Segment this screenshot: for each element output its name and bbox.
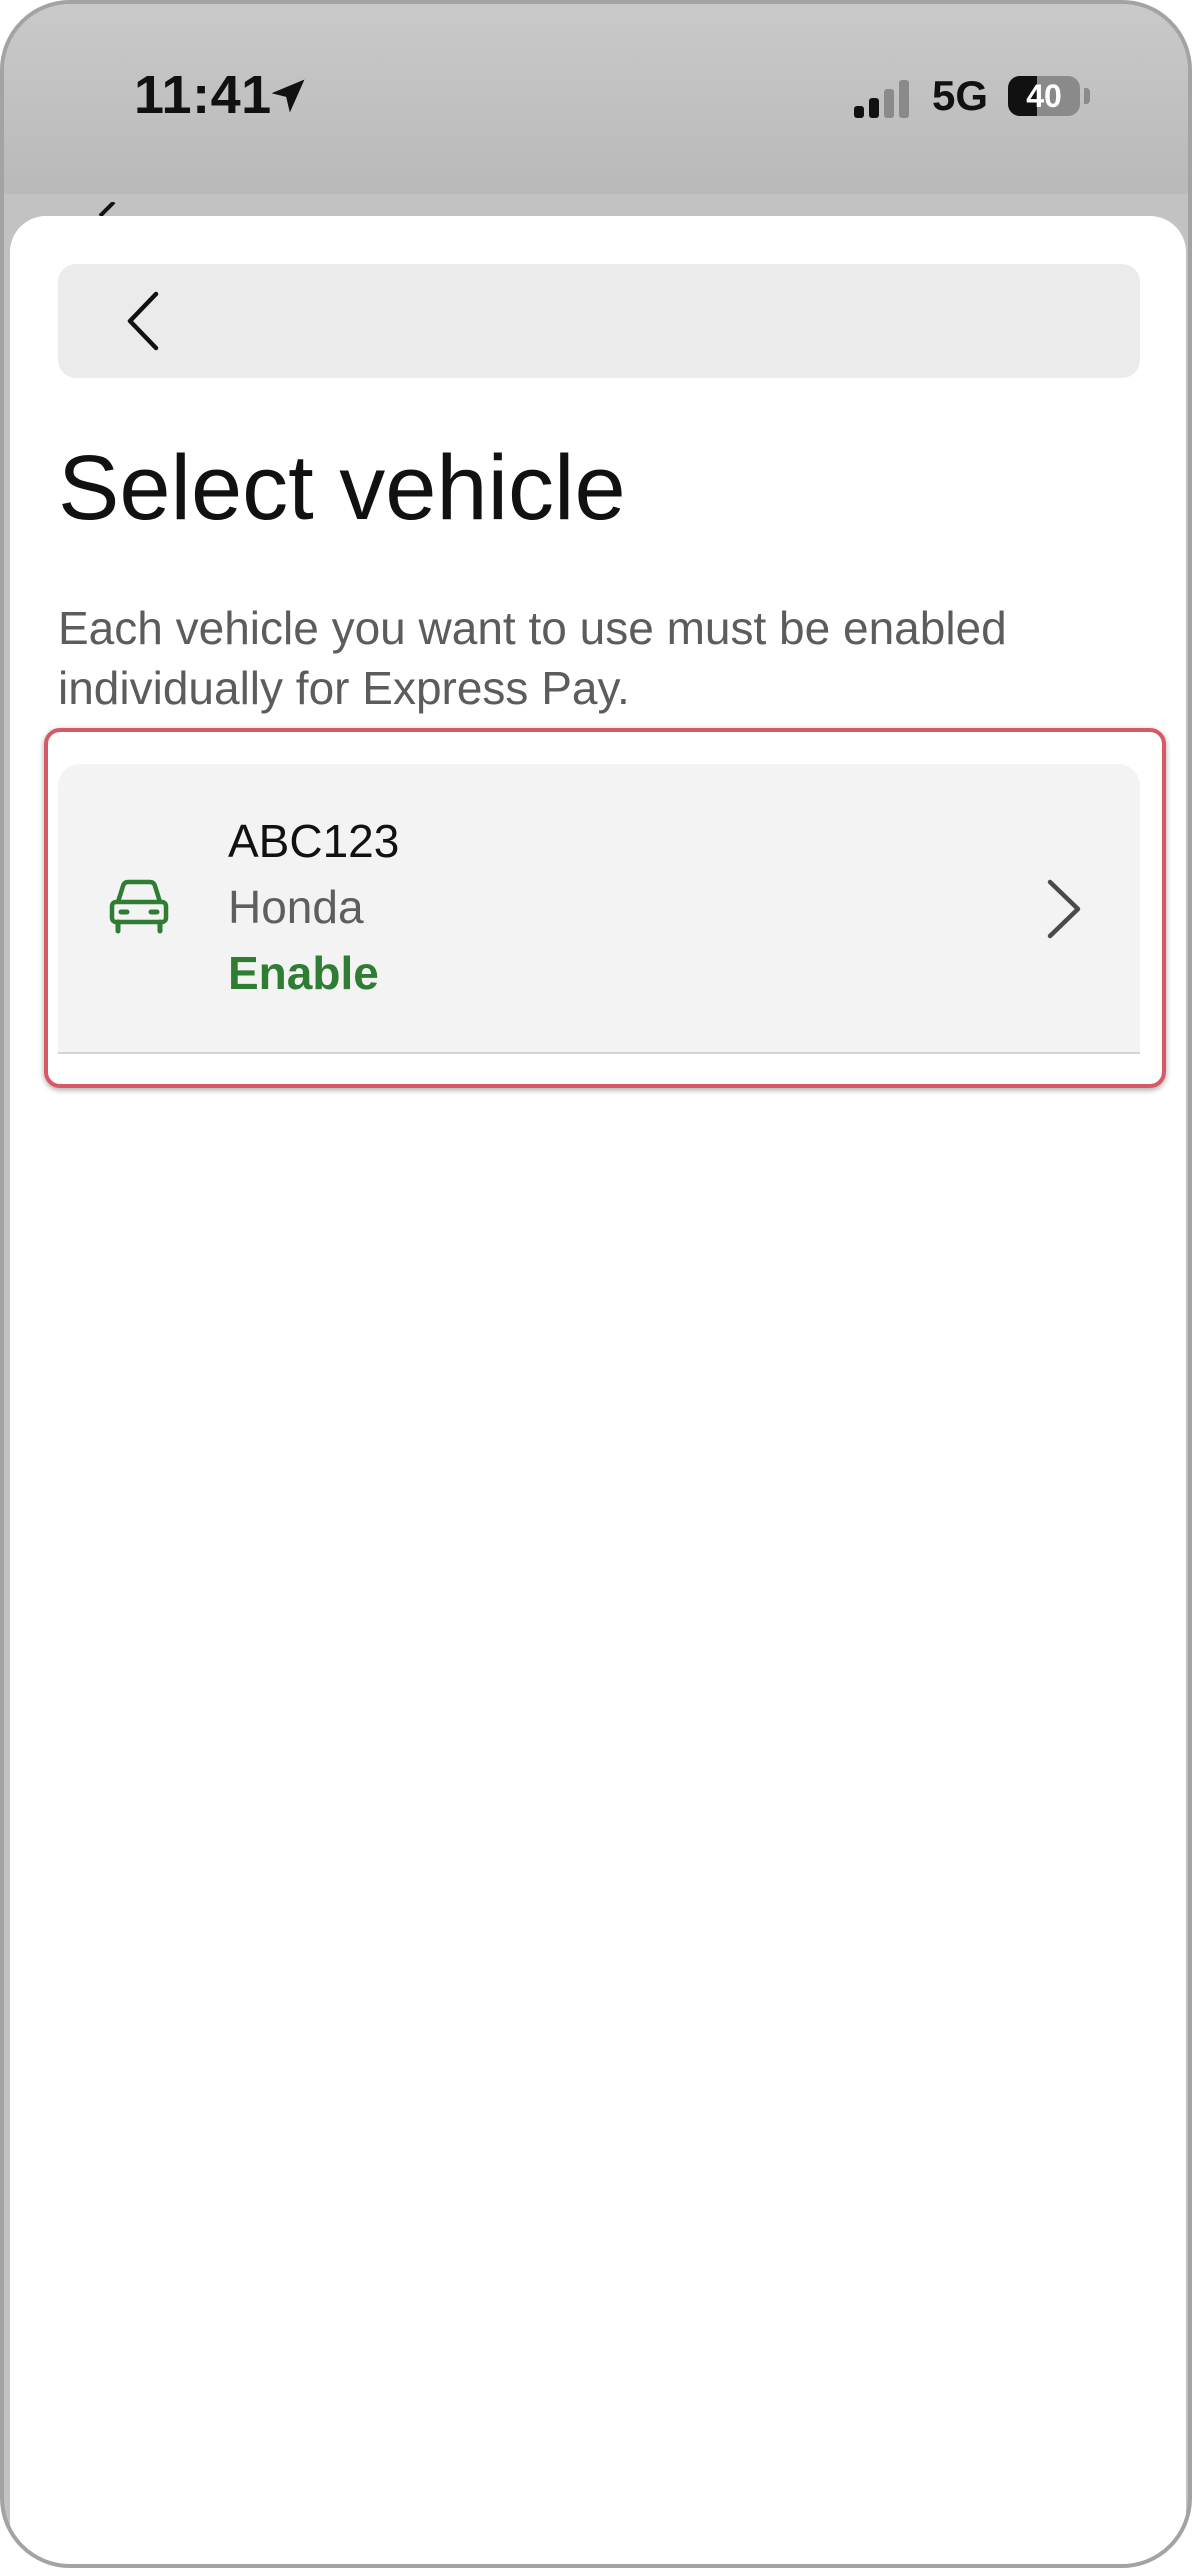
battery-tip	[1084, 88, 1090, 104]
location-arrow-icon	[271, 79, 305, 113]
status-time: 11:41	[134, 65, 272, 125]
status-bar: 11:41 5G 40	[4, 4, 1188, 194]
enable-link[interactable]: Enable	[228, 946, 379, 1000]
vehicle-plate: ABC123	[228, 815, 400, 867]
network-type: 5G	[932, 72, 989, 119]
navigation-bar	[58, 264, 1140, 378]
cellular-signal-icon	[854, 78, 914, 118]
modal-sheet: Select vehicle Each vehicle you want to …	[10, 216, 1186, 2564]
vehicle-make: Honda	[228, 881, 364, 933]
battery-level: 40	[1026, 78, 1062, 114]
page-title: Select vehicle	[58, 437, 626, 539]
chevron-right-icon	[1047, 879, 1081, 939]
underlying-back-icon	[98, 202, 116, 216]
car-icon	[109, 879, 169, 934]
battery-icon: 40	[1008, 76, 1080, 116]
page-description: Each vehicle you want to use must be ena…	[58, 602, 1007, 714]
phone-frame: 11:41 5G 40 Select vehicle Each vehicle …	[0, 0, 1192, 2568]
back-button[interactable]	[110, 286, 180, 356]
chevron-left-icon	[127, 291, 159, 351]
vehicle-list-item[interactable]: ABC123 Honda Enable	[58, 764, 1140, 1054]
